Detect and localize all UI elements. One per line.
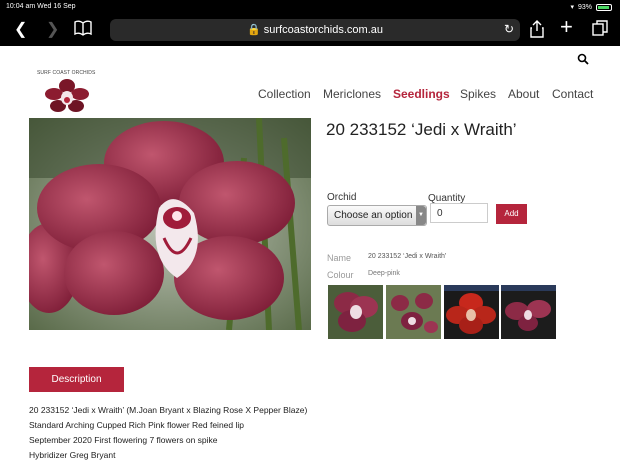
orchid-logo[interactable] [44, 78, 90, 114]
chevron-down-icon: ▼ [416, 206, 426, 225]
description-line: September 2020 First flowering 7 flowers… [29, 435, 218, 445]
nav-contact[interactable]: Contact [552, 87, 593, 101]
description-line: Standard Arching Cupped Rich Pink flower… [29, 420, 244, 430]
add-button[interactable]: Add [496, 204, 527, 224]
thumbnail-1[interactable] [328, 285, 383, 339]
colour-value: Deep-pink [368, 270, 400, 277]
name-label: Name [327, 253, 352, 263]
battery-icon [596, 3, 612, 11]
status-indicators: ▾ 93% [570, 3, 612, 11]
search-icon[interactable] [577, 53, 589, 65]
nav-collection[interactable]: Collection [258, 87, 311, 101]
new-tab-icon[interactable]: + [560, 16, 573, 38]
name-value: 20 233152 ‘Jedi x Wraith’ [368, 253, 447, 260]
product-image[interactable] [29, 118, 311, 330]
orchid-select-value: Choose an option [334, 210, 413, 221]
nav-about[interactable]: About [508, 87, 539, 101]
bookmarks-icon[interactable] [74, 20, 92, 42]
quantity-input[interactable]: 0 [430, 203, 488, 223]
nav-spikes[interactable]: Spikes [460, 87, 496, 101]
thumbnail-2[interactable] [386, 285, 441, 339]
forward-icon[interactable]: ❯ [46, 20, 59, 40]
battery-percent: 93% [577, 3, 592, 11]
description-line: Hybridizer Greg Bryant [29, 450, 116, 460]
share-icon[interactable] [530, 20, 544, 44]
description-line: 20 233152 ‘Jedi x Wraith’ (M.Joan Bryant… [29, 405, 308, 415]
reload-icon[interactable]: ↻ [504, 22, 514, 36]
status-bar: 10:04 am Wed 16 Sep ▾ 93% [0, 0, 620, 14]
orchid-select[interactable]: Choose an option ▼ [327, 205, 427, 226]
thumbnail-3[interactable] [444, 285, 499, 339]
nav-seedlings[interactable]: Seedlings [393, 87, 450, 101]
address-bar[interactable]: 🔒 surfcoastorchids.com.au ↻ [110, 19, 520, 41]
url-text: 🔒 surfcoastorchids.com.au [247, 24, 383, 36]
product-title: 20 233152 ‘Jedi x Wraith’ [326, 120, 517, 139]
browser-toolbar: ❮ ❯ 🔒 surfcoastorchids.com.au ↻ + [0, 14, 620, 46]
back-icon[interactable]: ❮ [14, 20, 27, 40]
wifi-icon: ▾ [570, 4, 574, 11]
thumbnail-4[interactable] [501, 285, 556, 339]
orchid-label: Orchid [327, 192, 357, 203]
tab-description[interactable]: Description [29, 367, 124, 392]
tabs-icon[interactable] [592, 20, 608, 42]
colour-label: Colour [327, 270, 354, 280]
url-value: surfcoastorchids.com.au [263, 24, 383, 36]
status-time: 10:04 am Wed 16 Sep [6, 3, 76, 10]
logo-text: SURF COAST ORCHIDS [37, 70, 96, 76]
nav-mericlones[interactable]: Mericlones [323, 87, 381, 101]
